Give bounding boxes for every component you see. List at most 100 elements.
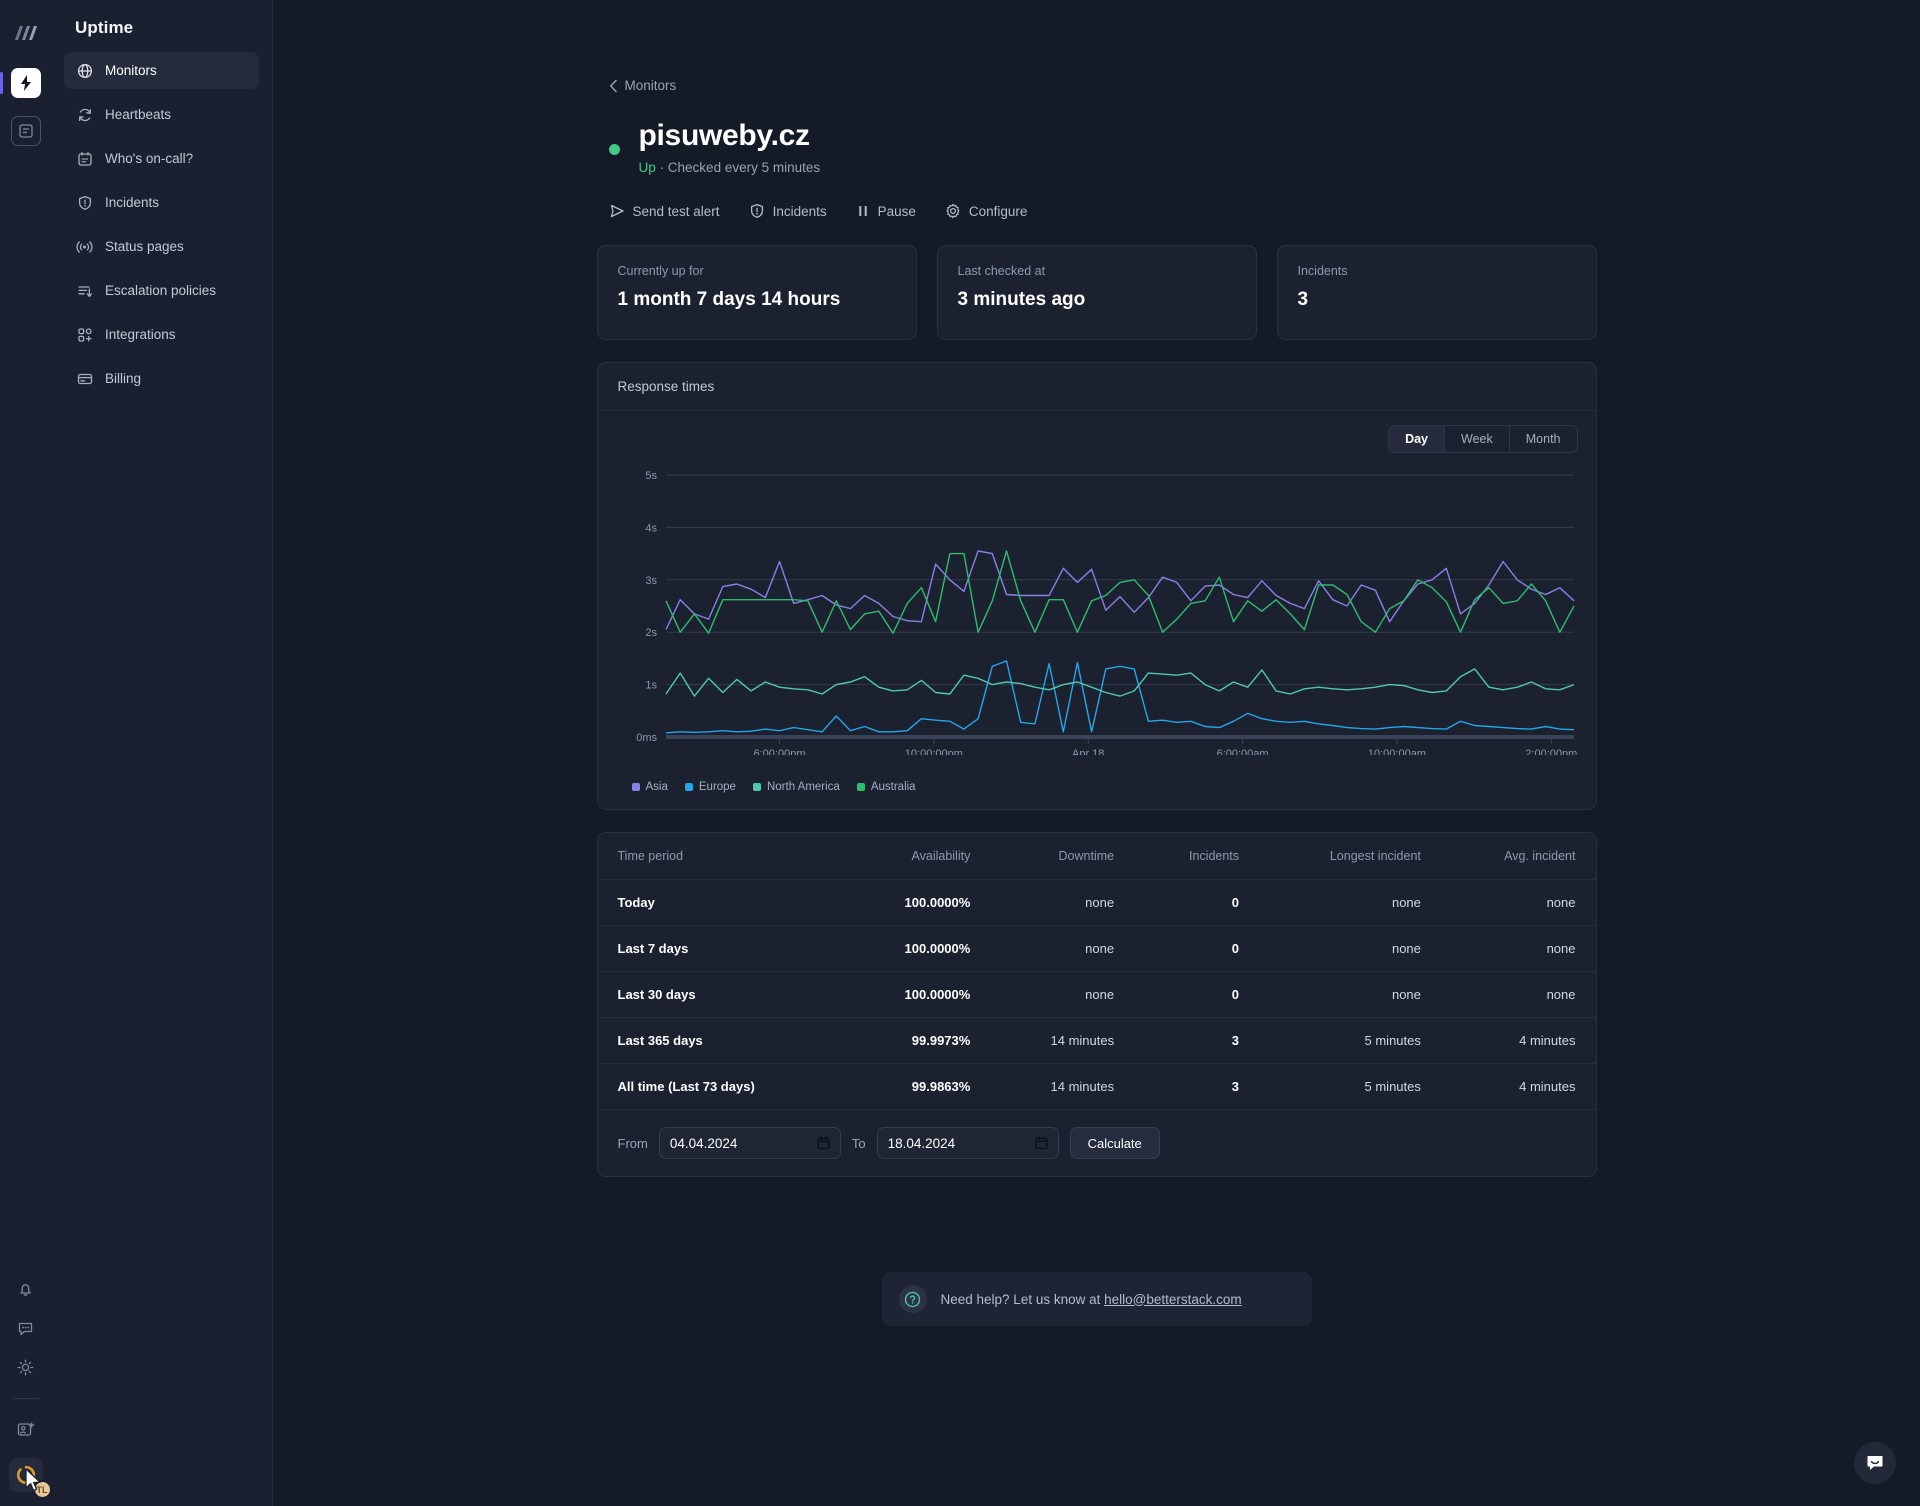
y-axis-tick-label: 0ms <box>636 732 657 744</box>
table-cell: 5 minutes <box>1259 1017 1441 1064</box>
x-axis-tick-label: 10:00:00pm <box>904 748 962 755</box>
bell-icon[interactable] <box>15 1278 37 1300</box>
send-test-alert-button[interactable]: Send test alert <box>609 203 720 219</box>
legend-item-asia[interactable]: Asia <box>631 781 668 793</box>
y-axis-tick-label: 4s <box>645 522 657 534</box>
help-email-link[interactable]: hello@betterstack.com <box>1104 1292 1242 1307</box>
stat-value: 3 minutes ago <box>957 289 1086 310</box>
sidebar-item-incidents[interactable]: Incidents <box>64 184 259 221</box>
legend-item-europe[interactable]: Europe <box>684 781 736 793</box>
chat-bubble-icon <box>1867 1456 1883 1470</box>
legend-label: Europe <box>698 781 736 793</box>
stat-label: Currently up for <box>617 264 704 278</box>
configure-button[interactable]: Configure <box>945 203 1027 219</box>
table-cell: 0 <box>1134 971 1260 1018</box>
chart-legend: Asia Europe North America Australia <box>631 781 1578 793</box>
breadcrumb-label: Monitors <box>624 78 677 93</box>
rail-bottom-group: TL <box>0 1278 52 1499</box>
credit-card-icon <box>76 370 93 387</box>
range-day-button[interactable]: Day <box>1389 426 1446 452</box>
range-week-button[interactable]: Week <box>1445 426 1510 452</box>
legend-swatch <box>631 783 640 791</box>
chat-widget-button[interactable] <box>1854 1442 1896 1484</box>
col-longest-incident: Longest incident <box>1259 833 1441 880</box>
incidents-button[interactable]: Incidents <box>749 203 827 219</box>
sidebar-item-monitors[interactable]: Monitors <box>64 52 259 89</box>
x-axis-tick-label: 6:00:00am <box>1216 748 1268 755</box>
send-icon <box>610 204 624 218</box>
breadcrumb[interactable]: Monitors <box>609 78 1597 93</box>
help-text: Need help? Let us know at hello@betterst… <box>941 1292 1242 1307</box>
sidebar-item-billing[interactable]: Billing <box>64 360 259 397</box>
table-cell: 100.0000% <box>843 879 991 926</box>
chat-bubble-icon[interactable] <box>15 1317 37 1339</box>
col-incidents: Incidents <box>1134 833 1260 880</box>
betterstack-logo-icon[interactable] <box>9 16 43 50</box>
range-month-button[interactable]: Month <box>1510 426 1577 452</box>
calendar-icon <box>76 150 93 167</box>
chart-svg: 0ms 1s 2s 3s 4s 5s 6:00:00pm 10:00:00pm Apr 18 6:… <box>636 470 1577 755</box>
x-axis-tick-label: Apr 18 <box>1072 748 1104 755</box>
response-times-panel: Response times Day Week Month 0ms 1s 2s 3s 4… <box>596 362 1597 810</box>
sidebar-item-label: Escalation policies <box>105 283 217 298</box>
avatar[interactable]: TL <box>8 1458 52 1499</box>
chart-line-europe <box>665 660 1574 734</box>
gear-icon <box>946 203 960 219</box>
legend-swatch <box>684 783 693 791</box>
add-user-icon[interactable] <box>15 1419 37 1441</box>
rail-divider <box>12 1398 39 1399</box>
pause-button[interactable]: Pause <box>856 204 916 219</box>
table-cell: 14 minutes <box>990 1017 1135 1064</box>
table-cell: none <box>990 971 1135 1018</box>
chart-line-asia <box>664 550 1574 630</box>
lightning-bolt-icon <box>20 75 31 91</box>
table-row: Last 7 days 100.0000% none 0 none none <box>597 925 1596 972</box>
legend-label: Australia <box>870 781 916 793</box>
range-toggle: Day Week Month <box>616 425 1578 453</box>
y-axis-tick-label: 2s <box>645 627 657 639</box>
from-date-value: 04.04.2024 <box>669 1135 738 1151</box>
calculate-button[interactable]: Calculate <box>1069 1127 1160 1159</box>
col-avg-incident: Avg. incident <box>1440 833 1596 880</box>
sidebar-item-integrations[interactable]: Integrations <box>64 316 259 353</box>
table-cell: Last 7 days <box>597 925 844 972</box>
escalation-icon <box>76 282 93 299</box>
legend-swatch <box>856 783 865 791</box>
legend-item-australia[interactable]: Australia <box>856 781 916 793</box>
y-axis-tick-label: 3s <box>645 575 657 587</box>
table-cell: 3 <box>1134 1017 1260 1064</box>
sidebar-item-whos-on-call[interactable]: Who's on-call? <box>64 140 259 177</box>
toolbar-label: Pause <box>877 203 916 219</box>
availability-panel: Time period Availability Downtime Incide… <box>596 832 1597 1177</box>
sidebar-item-status-pages[interactable]: Status pages <box>64 228 259 265</box>
stat-cards: Currently up for 1 month 7 days 14 hours… <box>596 245 1597 340</box>
response-times-chart[interactable]: 0ms 1s 2s 3s 4s 5s 6:00:00pm 10:00:00pm Apr 18 6:… <box>616 465 1578 755</box>
to-date-input[interactable]: 18.04.2024 <box>876 1127 1059 1159</box>
table-header-row: Time period Availability Downtime Incide… <box>597 833 1596 880</box>
availability-table: Time period Availability Downtime Incide… <box>597 833 1596 1110</box>
sun-icon[interactable] <box>15 1356 37 1378</box>
sidebar-item-label: Who's on-call? <box>105 151 194 166</box>
question-mark-icon <box>898 1285 927 1313</box>
table-cell: 4 minutes <box>1440 1063 1596 1110</box>
stat-card-last-checked: Last checked at 3 minutes ago <box>936 245 1257 340</box>
sidebar-item-escalation-policies[interactable]: Escalation policies <box>64 272 259 309</box>
toolbar-label: Send test alert <box>632 203 720 219</box>
shield-alert-icon <box>76 194 93 211</box>
rail-app-logs[interactable] <box>10 116 41 146</box>
table-cell: Today <box>597 879 844 926</box>
table-cell: 0 <box>1134 879 1260 926</box>
rail-app-uptime[interactable] <box>0 68 41 98</box>
calendar-icon[interactable] <box>1034 1136 1048 1150</box>
from-date-input[interactable]: 04.04.2024 <box>658 1127 841 1159</box>
table-cell: 0 <box>1134 925 1260 972</box>
table-cell: 100.0000% <box>843 925 991 972</box>
legend-item-north-america[interactable]: North America <box>752 781 840 793</box>
from-label: From <box>617 1135 648 1151</box>
sidebar-item-heartbeats[interactable]: Heartbeats <box>64 96 259 133</box>
sidebar: Uptime Monitors Heartbeats Who's on-call… <box>51 0 273 1506</box>
main-content: Monitors pisuweby.cz Up · Checked every … <box>273 0 1920 1506</box>
calendar-icon[interactable] <box>817 1136 830 1150</box>
table-cell: 5 minutes <box>1259 1063 1441 1110</box>
rail-active-indicator <box>0 72 3 94</box>
